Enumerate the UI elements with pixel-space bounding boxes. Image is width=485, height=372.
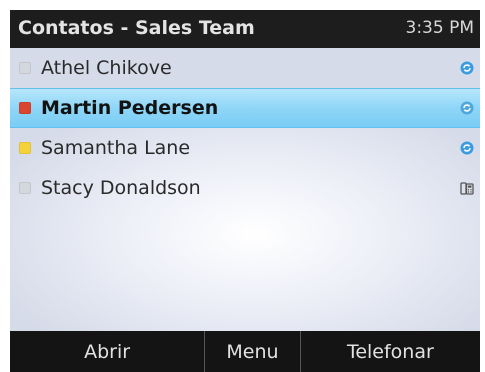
contact-name: Stacy Donaldson (41, 177, 201, 199)
menu-softkey[interactable]: Menu (204, 331, 300, 372)
phone-screen: Contatos - Sales Team 3:35 PM Athel Chik… (10, 10, 480, 372)
title-bar: Contatos - Sales Team 3:35 PM (10, 10, 480, 48)
contact-row[interactable]: Samantha Lane (10, 128, 480, 168)
contact-row[interactable]: Athel Chikove (10, 48, 480, 88)
desk-phone-icon (460, 182, 474, 195)
presence-indicator (19, 142, 31, 154)
softkey-bar: Abrir Menu Telefonar (10, 331, 480, 372)
presence-indicator (19, 102, 31, 114)
contact-list: Athel Chikove Martin Pedersen Samantha L… (10, 48, 480, 208)
call-softkey[interactable]: Telefonar (299, 331, 480, 372)
presence-indicator (19, 62, 31, 74)
contact-name: Samantha Lane (41, 137, 191, 159)
contact-name: Athel Chikove (41, 57, 172, 79)
sync-icon (460, 61, 474, 75)
open-softkey[interactable]: Abrir (10, 331, 204, 372)
contact-row[interactable]: Stacy Donaldson (10, 168, 480, 208)
contact-row-selected[interactable]: Martin Pedersen (10, 88, 480, 128)
screen-title: Contatos - Sales Team (18, 17, 255, 39)
sync-icon (460, 141, 474, 155)
sync-icon (460, 101, 474, 115)
presence-indicator (19, 182, 31, 194)
contact-name: Martin Pedersen (41, 97, 219, 119)
clock: 3:35 PM (405, 18, 475, 38)
